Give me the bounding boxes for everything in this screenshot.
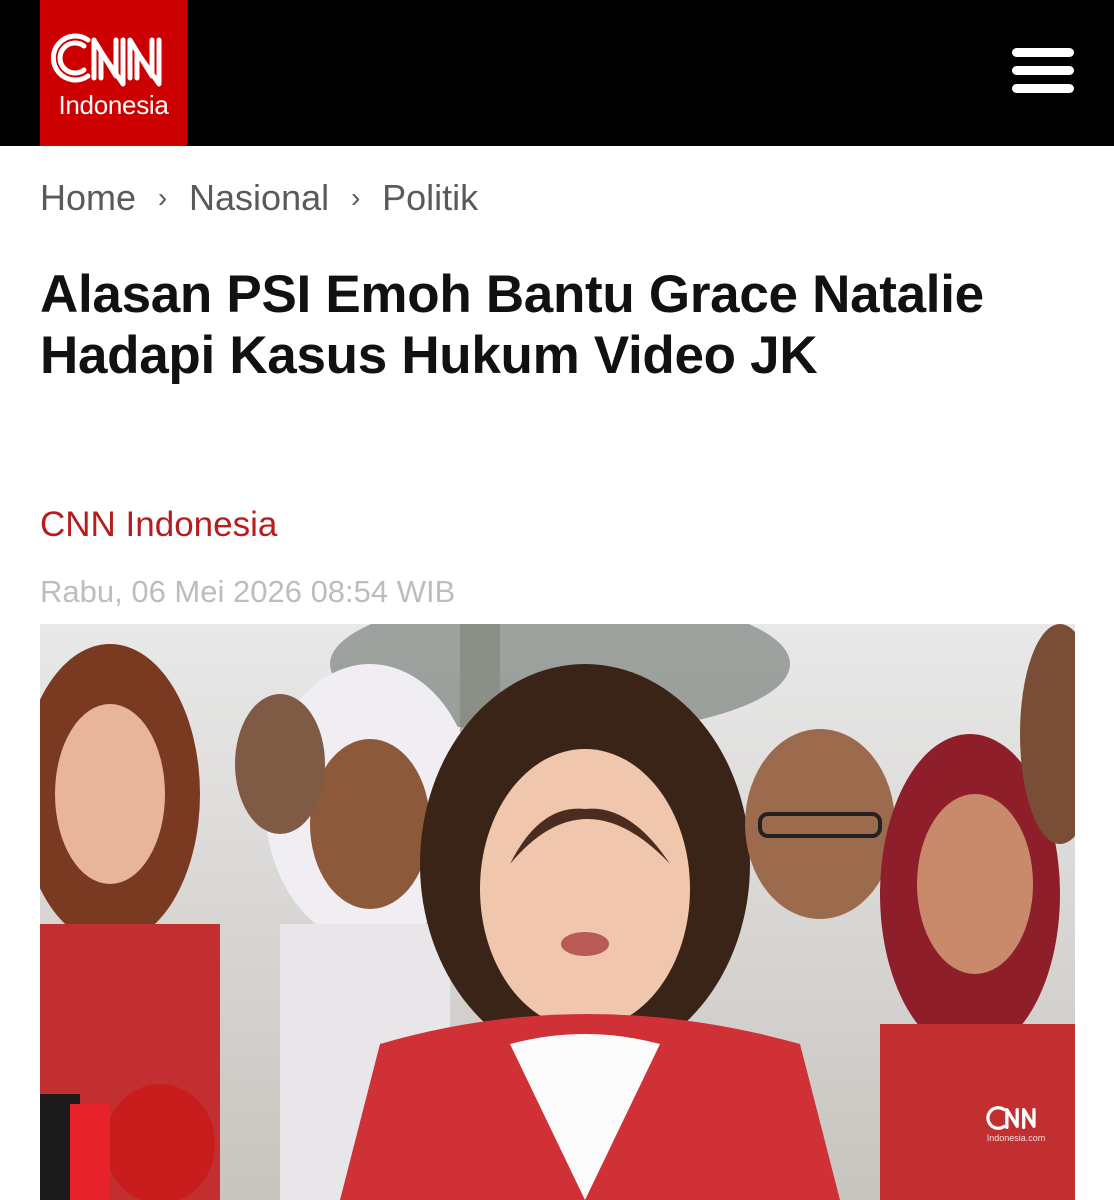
breadcrumb-nasional[interactable]: Nasional [189, 177, 329, 219]
article-title: Alasan PSI Emoh Bantu Grace Natalie Hada… [40, 265, 984, 385]
hamburger-menu-icon[interactable] [1008, 46, 1078, 96]
top-navigation-bar: Indonesia [0, 0, 1114, 146]
logo-subtitle: Indonesia [58, 90, 169, 120]
breadcrumb: Home › Nasional › Politik [40, 176, 478, 220]
watermark-subtitle: Indonesia.com [986, 1133, 1046, 1143]
cnn-watermark-mark [986, 1106, 1036, 1130]
article-author[interactable]: CNN Indonesia [40, 505, 277, 545]
cnn-logo-mark [50, 33, 162, 87]
breadcrumb-politik[interactable]: Politik [382, 177, 478, 219]
article-date: Rabu, 06 Mei 2026 08:54 WIB [40, 574, 456, 609]
cnn-indonesia-logo[interactable]: Indonesia [40, 0, 187, 146]
cnn-watermark: Indonesia.com [975, 1104, 1057, 1143]
article-hero-image: Indonesia.com [40, 624, 1075, 1200]
chevron-right-icon: › [350, 182, 361, 213]
chevron-right-icon: › [157, 182, 168, 213]
breadcrumb-home[interactable]: Home [40, 177, 136, 219]
